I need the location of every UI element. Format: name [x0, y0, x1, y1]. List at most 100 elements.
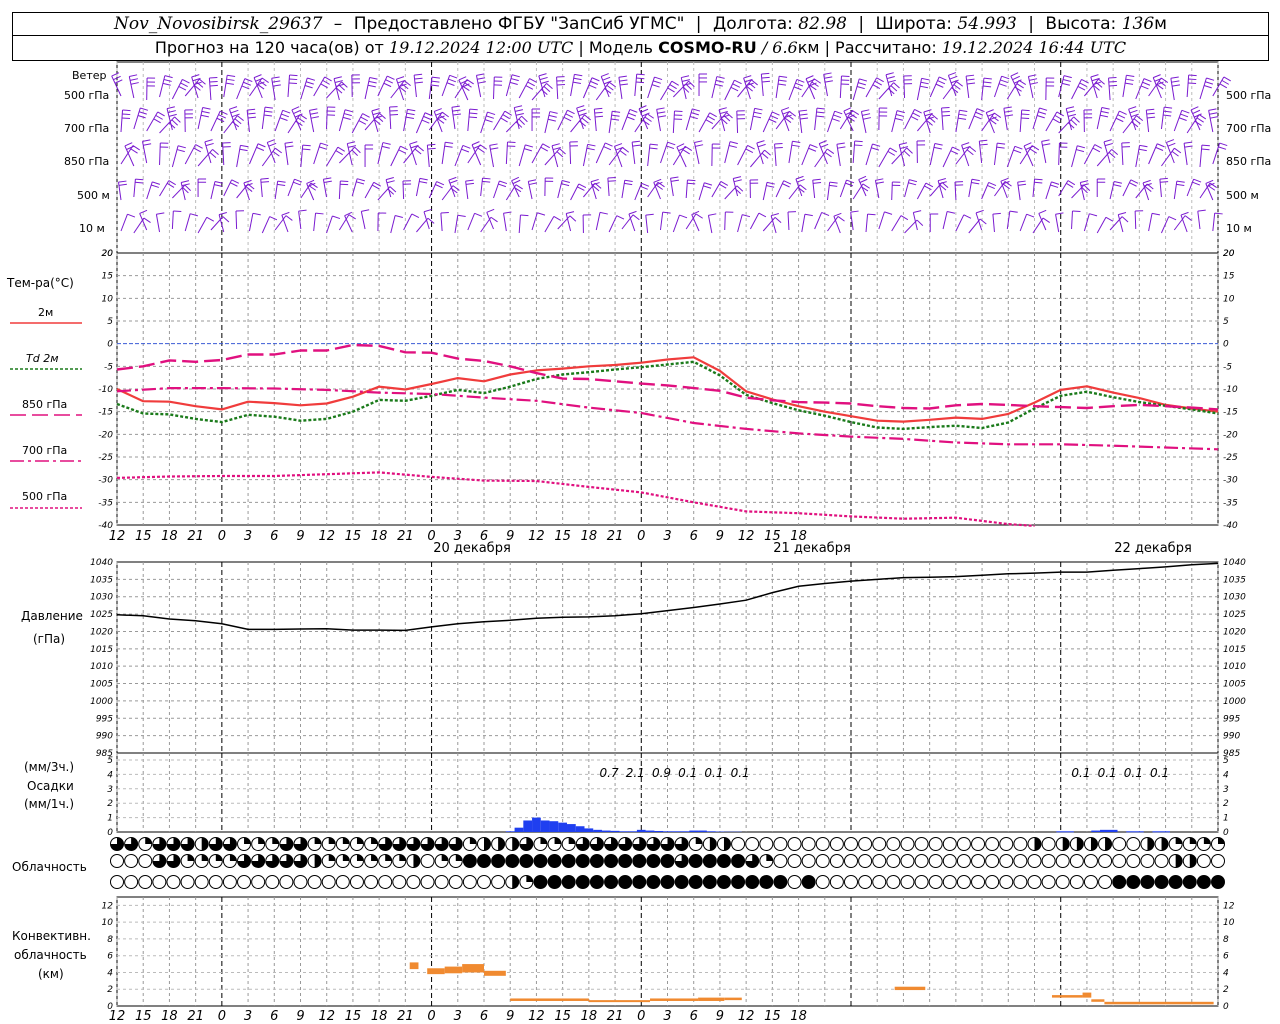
wind-barb-flag: [1223, 76, 1232, 82]
wind-barb-flag: [457, 214, 466, 217]
cloud-circle: [956, 837, 971, 851]
wind-barb-flag: [469, 108, 478, 111]
cloud-cover-symbol: [872, 837, 887, 851]
cloud-cover-symbol: [561, 837, 576, 851]
wind-barb-flag: [427, 217, 435, 224]
wind-barb-flag: [1054, 114, 1063, 120]
wind-barb: [300, 144, 311, 168]
cloud-cover-symbol: [674, 875, 689, 889]
wind-barb-shaft: [248, 213, 254, 232]
wind-barb-flag: [1174, 147, 1182, 154]
cloud-cover-symbol: [364, 854, 379, 868]
cloud-cover-symbol: [519, 837, 534, 851]
wind-level-10m-left: 10 м: [79, 222, 105, 235]
wind-barb-flag: [281, 113, 289, 118]
wind-barb-shaft: [904, 179, 910, 198]
wind-barb-flag: [782, 110, 791, 115]
convective-cloud-bar: [510, 998, 589, 1001]
wind-barb-flag: [1171, 151, 1179, 157]
wind-barb-shaft: [1135, 145, 1141, 168]
wind-barb-flag: [569, 215, 577, 222]
cloud-cover-symbol: [844, 854, 858, 868]
cloud-circle: [872, 875, 887, 889]
wind-barb: [451, 105, 462, 130]
wind-barb-flag: [414, 81, 423, 84]
wind-barb-flag: [1061, 82, 1070, 86]
wind-barb-shaft: [403, 213, 413, 231]
cloud-fill-quarter: [469, 837, 477, 844]
wind-barb-flag: [362, 113, 370, 118]
cloud-cover-symbol: [914, 875, 929, 889]
wind-barb: [955, 214, 972, 232]
wind-barb-flag: [1070, 119, 1078, 126]
wind-barb-shaft: [300, 145, 304, 168]
wind-barb-flag: [1101, 106, 1110, 110]
cloud-cover-symbol: [519, 875, 534, 889]
wind-barb-flag: [1029, 78, 1038, 81]
wind-barb: [660, 80, 679, 101]
wind-barb: [672, 110, 683, 134]
wind-barb: [839, 75, 850, 99]
cloud-cover-symbol: [448, 854, 463, 868]
cloud-cover-symbol: [519, 854, 534, 868]
conv-ytick-right: 12: [1223, 901, 1235, 911]
cloud-circle: [829, 837, 844, 851]
cloud-fill-half: [1034, 837, 1041, 851]
wind-barb-flag: [1198, 114, 1207, 120]
wind-barb-shaft: [852, 141, 856, 164]
wind-barb-shaft: [711, 76, 718, 99]
wind-barb-shaft: [486, 212, 494, 230]
wind-barb: [1173, 180, 1185, 200]
wind-barb: [248, 143, 266, 165]
wind-barb-flag: [157, 111, 165, 117]
pressure-unit: (гПа): [33, 632, 66, 646]
wind-barb-flag: [498, 183, 507, 188]
cloud-fill-full: [717, 875, 731, 889]
wind-barb-flag: [628, 112, 637, 117]
wind-barb-flag: [714, 83, 723, 87]
wind-barb-shaft: [1096, 217, 1107, 234]
wind-barb-flag: [983, 85, 992, 88]
wind-barb-flag: [500, 117, 508, 123]
wind-barb-flag: [791, 144, 800, 147]
wind-barb-flag: [1164, 106, 1173, 109]
wind-barb-flag: [524, 148, 532, 152]
cloud-fill-full: [590, 854, 604, 868]
wind-barb: [208, 76, 218, 101]
wind-barb: [1122, 74, 1135, 98]
wind-barb: [1071, 145, 1086, 168]
x-tick-label-bottom: 3: [663, 1009, 671, 1024]
wind-barb-flag: [396, 76, 405, 80]
wind-barb-flag: [486, 208, 495, 213]
cloud-cover-symbol: [406, 837, 421, 851]
wind-barb-flag: [777, 83, 787, 86]
wind-barb: [402, 180, 412, 200]
convective-cloud-bar: [724, 997, 742, 1001]
wind-barb: [965, 74, 976, 99]
wind-barb-flag: [1129, 182, 1137, 187]
cloud-fill-quarter: [215, 854, 223, 861]
cloud-fill-full: [576, 854, 590, 868]
wind-barb: [608, 147, 630, 166]
wind-barb-flag: [195, 144, 203, 149]
wind-axis-20-left: 20: [102, 249, 114, 259]
cloud-circle: [222, 875, 237, 889]
wind-barb-flag: [451, 105, 460, 108]
wind-barb-flag: [1190, 106, 1199, 111]
cloud-circle: [844, 837, 858, 851]
cloud-cover-symbol: [406, 875, 421, 889]
wind-barb-flag: [949, 75, 958, 80]
wind-barb-flag: [938, 76, 947, 81]
wind-barb-flag: [764, 149, 771, 156]
wind-barb-flag: [1068, 113, 1077, 117]
wind-barb-shaft: [223, 75, 228, 98]
wind-barb: [480, 111, 496, 134]
wind-barb-flag: [745, 148, 754, 154]
wind-barb-shaft: [390, 146, 401, 167]
wind-barb-flag: [1138, 148, 1147, 152]
conv-ytick-right: 6: [1223, 952, 1229, 962]
wind-barb: [968, 218, 987, 234]
cloud-cover-symbol: [237, 854, 252, 868]
wind-barb-flag: [264, 106, 273, 109]
wind-barb-flag: [132, 145, 140, 151]
